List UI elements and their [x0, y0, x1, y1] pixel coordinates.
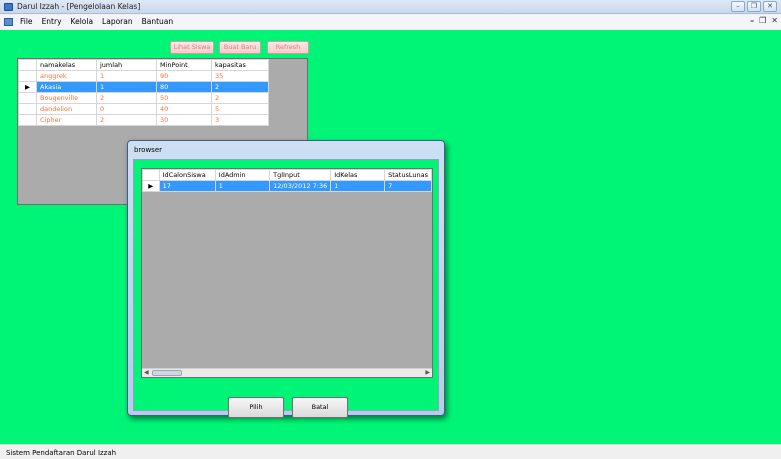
cell[interactable]: 80: [156, 81, 212, 93]
cell[interactable]: anggrek: [36, 70, 97, 82]
table-row[interactable]: dandelion 0 40 5: [18, 103, 269, 115]
row-header[interactable]: [18, 103, 37, 115]
column-header[interactable]: IdAdmin: [214, 169, 271, 181]
column-header[interactable]: TglInput: [269, 169, 332, 181]
cell[interactable]: dandelion: [36, 103, 97, 115]
dialog-title: browser: [134, 146, 163, 154]
window-title: Darul Izzah - [Pengelolaan Kelas]: [17, 2, 141, 11]
row-header[interactable]: [18, 92, 37, 104]
menu-bantuan[interactable]: Bantuan: [142, 17, 174, 26]
lihat-siswa-button[interactable]: Lihat Siswa: [170, 41, 214, 54]
row-header[interactable]: [18, 70, 37, 82]
buat-baru-button[interactable]: Buat Baru: [219, 41, 261, 54]
table-row[interactable]: Cipher 2 30 3: [18, 114, 269, 126]
grid-header-row: IdCalonSiswa IdAdmin TglInput IdKelas St…: [142, 169, 432, 181]
mdi-controls: – ❐ ✕: [750, 16, 778, 25]
horizontal-scrollbar[interactable]: ◀ ▶: [142, 368, 432, 377]
mdi-minimize-icon[interactable]: –: [750, 16, 754, 25]
minimize-icon[interactable]: –: [731, 1, 745, 12]
column-header[interactable]: jumlah: [96, 59, 157, 71]
column-header[interactable]: IdKelas: [330, 169, 386, 181]
cell[interactable]: Cipher: [36, 114, 97, 126]
cell[interactable]: 35: [211, 70, 269, 82]
cell[interactable]: 1: [96, 81, 157, 93]
scroll-left-icon[interactable]: ◀: [144, 369, 149, 377]
cell[interactable]: 50: [156, 92, 212, 104]
cell[interactable]: 1: [330, 180, 386, 192]
status-bar: Sistem Pendaftaran Darul Izzah: [0, 444, 781, 459]
window-controls: – ❐ ✕: [731, 1, 777, 12]
mdi-close-icon[interactable]: ✕: [771, 16, 778, 25]
status-text: Sistem Pendaftaran Darul Izzah: [6, 449, 117, 457]
table-row[interactable]: anggrek 1 90 35: [18, 70, 269, 82]
column-header[interactable]: IdCalonSiswa: [158, 169, 216, 181]
cell[interactable]: 1: [96, 70, 157, 82]
cell[interactable]: 2: [211, 81, 269, 93]
row-header[interactable]: [18, 114, 37, 126]
current-row-arrow-icon[interactable]: ▶: [18, 81, 37, 93]
cell[interactable]: 30: [156, 114, 212, 126]
table-row-selected[interactable]: ▶ 17 1 12/03/2012 7:36 1 7: [142, 180, 432, 192]
cell[interactable]: 12/03/2012 7:36: [269, 180, 332, 192]
menu-kelola[interactable]: Kelola: [71, 17, 94, 26]
column-header[interactable]: MinPoint: [156, 59, 212, 71]
column-header[interactable]: namakelas: [36, 59, 97, 71]
cell[interactable]: 2: [96, 92, 157, 104]
grid-header-row: namakelas jumlah MinPoint kapasitas: [18, 59, 269, 71]
scroll-thumb[interactable]: [152, 370, 182, 376]
app-icon: [4, 3, 13, 11]
browser-dialog[interactable]: browser IdCalonSiswa IdAdmin TglInput Id…: [127, 140, 445, 418]
menu-entry[interactable]: Entry: [42, 17, 62, 26]
mdi-restore-icon[interactable]: ❐: [759, 16, 766, 25]
cell[interactable]: 1: [214, 180, 271, 192]
cell[interactable]: 17: [158, 180, 216, 192]
refresh-button[interactable]: Refresh: [267, 41, 309, 54]
column-header[interactable]: StatusLunas: [384, 169, 432, 181]
scroll-right-icon[interactable]: ▶: [425, 369, 430, 377]
column-header[interactable]: kapasitas: [211, 59, 269, 71]
table-row[interactable]: Bougenville 2 50 2: [18, 92, 269, 104]
cell[interactable]: 3: [211, 114, 269, 126]
cell[interactable]: 2: [211, 92, 269, 104]
menu-bar: File Entry Kelola Laporan Bantuan – ❐ ✕: [0, 15, 781, 29]
menu-file[interactable]: File: [20, 17, 33, 26]
close-icon[interactable]: ✕: [763, 1, 777, 12]
cell[interactable]: 90: [156, 70, 212, 82]
cell[interactable]: Akasia: [36, 81, 97, 93]
batal-button[interactable]: Batal: [292, 397, 348, 418]
pilih-button[interactable]: Pilih: [228, 397, 284, 418]
restore-icon[interactable]: ❐: [747, 1, 761, 12]
menu-laporan[interactable]: Laporan: [102, 17, 133, 26]
title-bar: Darul Izzah - [Pengelolaan Kelas] – ❐ ✕: [0, 0, 781, 14]
cell[interactable]: 2: [96, 114, 157, 126]
table-row-selected[interactable]: ▶ Akasia 1 80 2: [18, 81, 269, 93]
mdi-child-icon[interactable]: [4, 18, 13, 26]
calon-siswa-grid[interactable]: IdCalonSiswa IdAdmin TglInput IdKelas St…: [141, 168, 433, 378]
current-row-arrow-icon[interactable]: ▶: [142, 180, 160, 192]
row-header-corner: [18, 59, 37, 71]
cell[interactable]: 5: [211, 103, 269, 115]
cell[interactable]: 7: [384, 180, 432, 192]
cell[interactable]: 40: [156, 103, 212, 115]
dialog-client-area: IdCalonSiswa IdAdmin TglInput IdKelas St…: [133, 159, 439, 418]
cell[interactable]: Bougenville: [36, 92, 97, 104]
row-header-corner: [142, 169, 160, 181]
cell[interactable]: 0: [96, 103, 157, 115]
